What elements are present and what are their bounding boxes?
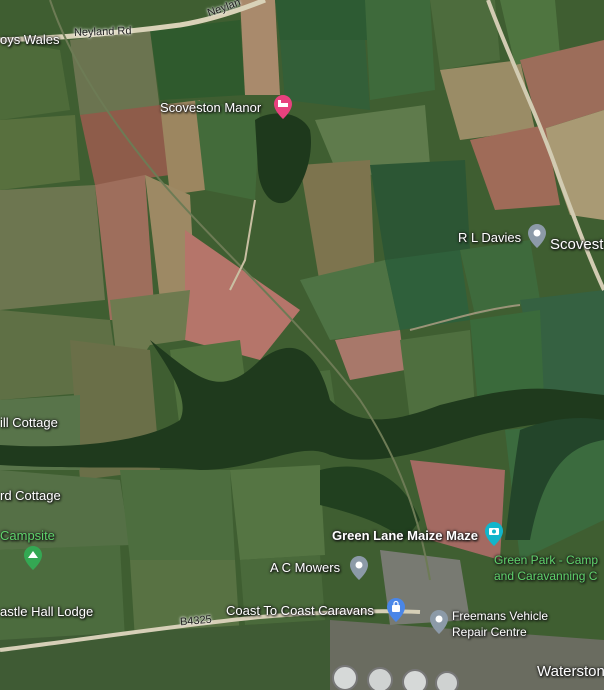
place-label-green-park-1[interactable]: Green Park - Camp [494,553,598,567]
place-label-freemans-1[interactable]: Freemans Vehicle [452,609,548,623]
place-pin-freemans[interactable] [430,610,448,634]
location-pin-icon [528,224,546,248]
place-label-freemans-2[interactable]: Repair Centre [452,625,527,639]
place-label-hill-cottage[interactable]: ill Cottage [0,415,58,430]
place-label-rl-davies[interactable]: R L Davies [458,230,521,245]
place-label-boys-wales[interactable]: oys Wales [0,32,59,47]
place-label-green-park-2[interactable]: and Caravanning C [494,569,597,583]
satellite-map[interactable]: Neyland Rd Neylan B4325 oys Wales Scoves… [0,0,604,690]
bed-icon [274,95,292,119]
satellite-imagery [0,0,604,690]
place-label-campsite[interactable]: Campsite [0,528,55,543]
place-label-ac-mowers[interactable]: A C Mowers [270,560,340,575]
place-label-rd-cottage[interactable]: rd Cottage [0,488,61,503]
attraction-pin[interactable] [485,522,503,546]
place-label-scoveston-manor[interactable]: Scoveston Manor [160,100,261,115]
tent-icon [24,546,42,570]
location-pin-icon [350,556,368,580]
place-pin-ac-mowers[interactable] [350,556,368,580]
neyland-road-label: Neyland Rd [73,25,132,39]
place-pin-rl-davies[interactable] [528,224,546,248]
campsite-pin[interactable] [24,546,42,570]
place-label-coast-to-coast[interactable]: Coast To Coast Caravans [226,603,374,618]
place-label-waterston[interactable]: Waterston [537,663,604,680]
shop-pin[interactable] [387,598,405,622]
place-label-scoveston[interactable]: Scovest [550,236,603,253]
place-label-green-lane-maize-maze[interactable]: Green Lane Maize Maze [332,528,478,543]
camera-icon [485,522,503,546]
location-pin-icon [430,610,448,634]
hotel-pin[interactable] [274,95,292,119]
shopping-bag-icon [387,598,405,622]
place-label-castle-hall-lodge[interactable]: astle Hall Lodge [0,604,93,619]
